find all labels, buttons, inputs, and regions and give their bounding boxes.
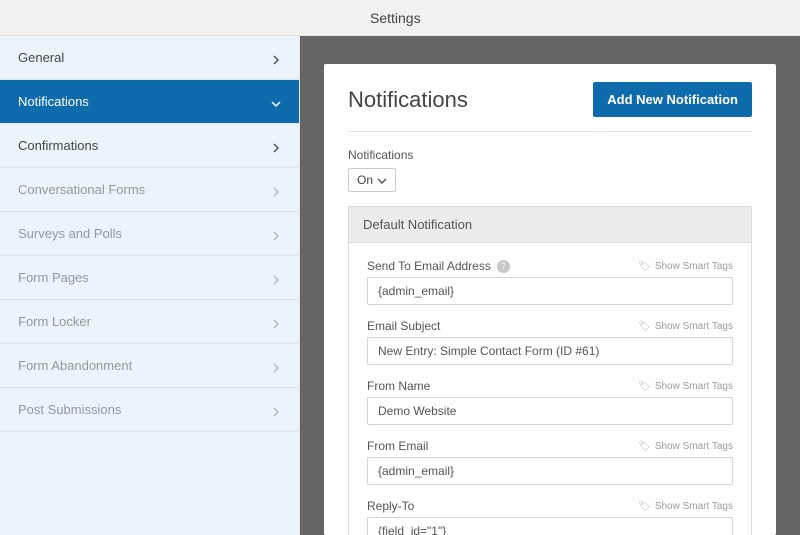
sidebar-item-form-pages[interactable]: Form Pages bbox=[0, 256, 299, 300]
chevron-right-icon bbox=[271, 317, 281, 327]
field-label: Email Subject bbox=[367, 319, 440, 333]
reply-to-input[interactable] bbox=[367, 517, 733, 535]
sidebar-item-label: Surveys and Polls bbox=[18, 226, 122, 241]
settings-panel: Notifications Add New Notification Notif… bbox=[324, 64, 776, 535]
chevron-right-icon bbox=[271, 273, 281, 283]
sidebar-item-label: Form Abandonment bbox=[18, 358, 132, 373]
add-new-notification-button[interactable]: Add New Notification bbox=[593, 82, 752, 117]
sidebar: General Notifications Confirmations Conv… bbox=[0, 36, 300, 535]
tags-icon: 🏷 bbox=[638, 261, 651, 272]
tags-icon: 🏷 bbox=[638, 441, 651, 452]
chevron-right-icon bbox=[271, 361, 281, 371]
send-to-email-input[interactable] bbox=[367, 277, 733, 305]
notification-block-body: Send To Email Address ? 🏷 Show Smart Tag… bbox=[349, 243, 751, 535]
field-row-from-email: From Email 🏷 Show Smart Tags bbox=[367, 439, 733, 453]
tags-icon: 🏷 bbox=[638, 381, 651, 392]
help-icon[interactable]: ? bbox=[497, 260, 510, 273]
chevron-right-icon bbox=[271, 405, 281, 415]
show-smart-tags-link[interactable]: 🏷 Show Smart Tags bbox=[638, 441, 733, 452]
show-smart-tags-link[interactable]: 🏷 Show Smart Tags bbox=[638, 381, 733, 392]
chevron-down-icon bbox=[377, 175, 387, 185]
notifications-toggle-label: Notifications bbox=[348, 148, 752, 162]
sidebar-item-notifications[interactable]: Notifications bbox=[0, 80, 299, 124]
panel-title: Notifications bbox=[348, 87, 468, 113]
content-area: Notifications Add New Notification Notif… bbox=[300, 36, 800, 535]
topbar: Settings bbox=[0, 0, 800, 36]
sidebar-item-post-submissions[interactable]: Post Submissions bbox=[0, 388, 299, 432]
show-smart-tags-link[interactable]: 🏷 Show Smart Tags bbox=[638, 261, 733, 272]
field-label: From Email bbox=[367, 439, 428, 453]
chevron-right-icon bbox=[271, 53, 281, 63]
sidebar-item-general[interactable]: General bbox=[0, 36, 299, 80]
chevron-down-icon bbox=[271, 97, 281, 107]
sidebar-item-surveys-polls[interactable]: Surveys and Polls bbox=[0, 212, 299, 256]
notifications-toggle-select[interactable]: On bbox=[348, 168, 396, 192]
sidebar-item-label: Conversational Forms bbox=[18, 182, 145, 197]
sidebar-item-form-abandonment[interactable]: Form Abandonment bbox=[0, 344, 299, 388]
page-title: Settings bbox=[370, 10, 421, 26]
sidebar-item-label: Confirmations bbox=[18, 138, 98, 153]
sidebar-item-label: General bbox=[18, 50, 64, 65]
sidebar-item-confirmations[interactable]: Confirmations bbox=[0, 124, 299, 168]
notification-block-title: Default Notification bbox=[349, 207, 751, 243]
chevron-right-icon bbox=[271, 141, 281, 151]
panel-header: Notifications Add New Notification bbox=[348, 82, 752, 132]
sidebar-item-form-locker[interactable]: Form Locker bbox=[0, 300, 299, 344]
notification-block: Default Notification Send To Email Addre… bbox=[348, 206, 752, 535]
layout: General Notifications Confirmations Conv… bbox=[0, 36, 800, 535]
field-label: Reply-To bbox=[367, 499, 414, 513]
field-row-from-name: From Name 🏷 Show Smart Tags bbox=[367, 379, 733, 393]
email-subject-input[interactable] bbox=[367, 337, 733, 365]
field-label: From Name bbox=[367, 379, 430, 393]
field-row-send-to: Send To Email Address ? 🏷 Show Smart Tag… bbox=[367, 259, 733, 273]
chevron-right-icon bbox=[271, 185, 281, 195]
sidebar-item-label: Notifications bbox=[18, 94, 89, 109]
sidebar-item-conversational-forms[interactable]: Conversational Forms bbox=[0, 168, 299, 212]
from-email-input[interactable] bbox=[367, 457, 733, 485]
show-smart-tags-link[interactable]: 🏷 Show Smart Tags bbox=[638, 501, 733, 512]
from-name-input[interactable] bbox=[367, 397, 733, 425]
chevron-right-icon bbox=[271, 229, 281, 239]
tags-icon: 🏷 bbox=[638, 501, 651, 512]
tags-icon: 🏷 bbox=[638, 321, 651, 332]
show-smart-tags-link[interactable]: 🏷 Show Smart Tags bbox=[638, 321, 733, 332]
toggle-value: On bbox=[357, 173, 373, 187]
field-label: Send To Email Address ? bbox=[367, 259, 510, 273]
sidebar-item-label: Form Pages bbox=[18, 270, 89, 285]
field-row-subject: Email Subject 🏷 Show Smart Tags bbox=[367, 319, 733, 333]
field-row-reply-to: Reply-To 🏷 Show Smart Tags bbox=[367, 499, 733, 513]
sidebar-item-label: Form Locker bbox=[18, 314, 91, 329]
sidebar-item-label: Post Submissions bbox=[18, 402, 121, 417]
